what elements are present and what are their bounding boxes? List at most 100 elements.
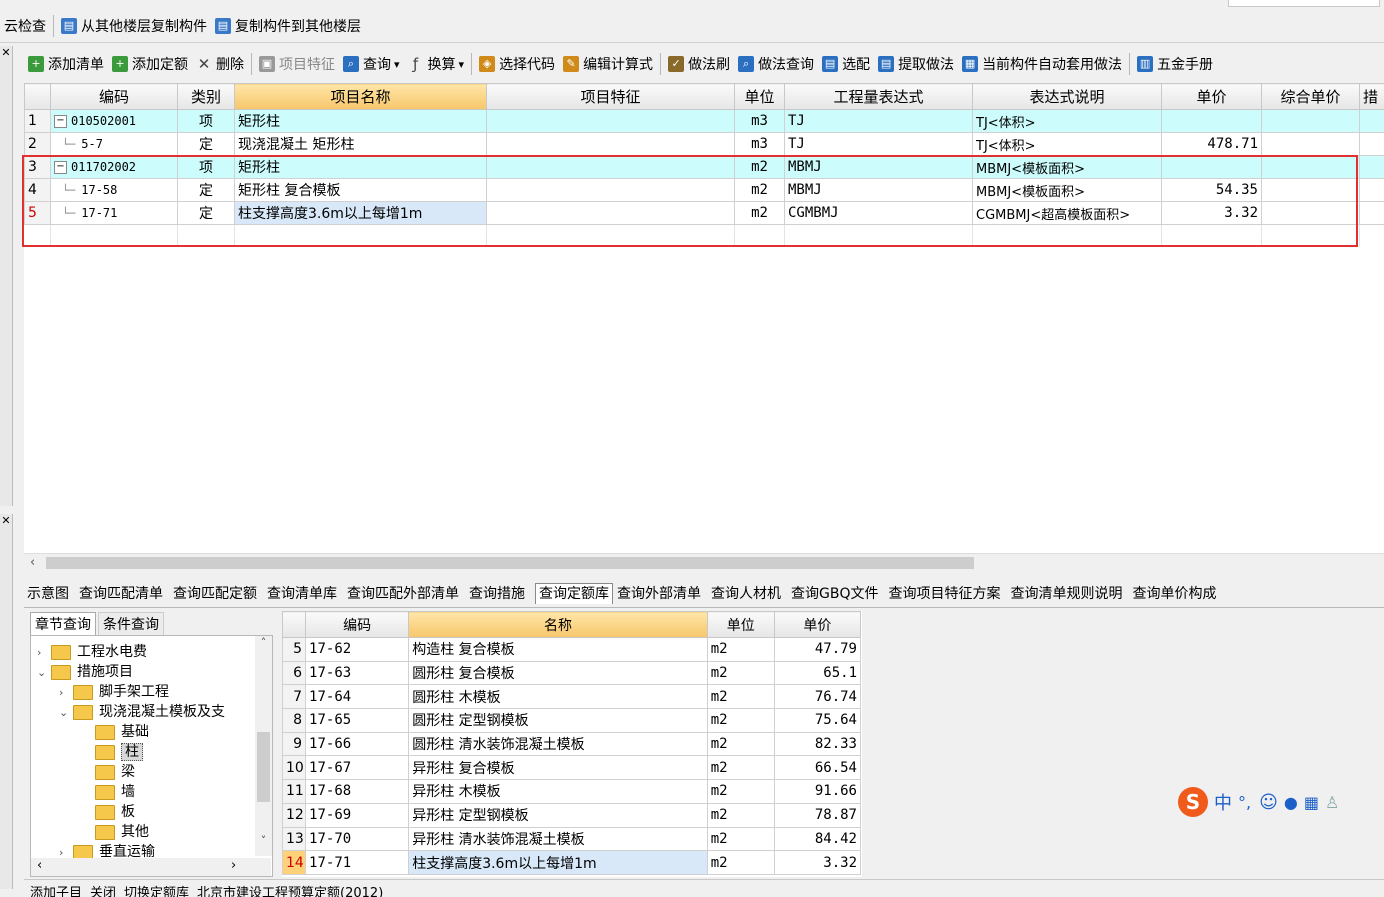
- table-row[interactable]: 1317-70异形柱 清水装饰混凝土模板m284.42: [283, 827, 861, 851]
- quota-cell-price[interactable]: 91.66: [774, 780, 860, 804]
- cell-unit[interactable]: m3: [735, 133, 785, 156]
- tree-node[interactable]: 板: [37, 802, 225, 822]
- emoji-icon[interactable]: ☺: [1259, 792, 1278, 813]
- quota-cell-unit[interactable]: m2: [707, 661, 774, 685]
- cell-empty[interactable]: [973, 225, 1162, 248]
- quota-cell-code[interactable]: 17-65: [306, 709, 409, 733]
- quota-cell-no[interactable]: 13: [283, 827, 306, 851]
- quota-cell-no[interactable]: 7: [283, 685, 306, 709]
- add-child-button[interactable]: 添加子目: [30, 882, 82, 897]
- cell-comp[interactable]: [1262, 179, 1360, 202]
- quota-cell-name[interactable]: 异形柱 清水装饰混凝土模板: [409, 827, 708, 851]
- tab-bottom-1[interactable]: 查询匹配清单: [79, 586, 163, 602]
- quota-cell-no[interactable]: 11: [283, 780, 306, 804]
- close-icon[interactable]: ✕: [0, 514, 12, 528]
- cell-extra[interactable]: [1360, 156, 1384, 179]
- tree-node[interactable]: ⌄现浇混凝土模板及支: [37, 702, 225, 722]
- quota-cell-price[interactable]: 66.54: [774, 756, 860, 780]
- quota-cell-unit[interactable]: m2: [707, 827, 774, 851]
- grid-header-1[interactable]: 类别: [178, 84, 235, 110]
- quota-cell-name[interactable]: 圆形柱 定型钢模板: [409, 709, 708, 733]
- grid-header-0[interactable]: 编码: [51, 84, 178, 110]
- cell-feature[interactable]: [487, 110, 735, 133]
- user-icon[interactable]: ♙: [1325, 793, 1339, 812]
- table-row[interactable]: 3−011702002项矩形柱m2MBMJMBMJ<模板面积>: [25, 156, 1384, 179]
- cell-extra[interactable]: [1360, 202, 1384, 225]
- close-button[interactable]: 关闭: [90, 882, 116, 897]
- horizontal-scrollbar[interactable]: ‹: [24, 553, 1384, 572]
- row-number[interactable]: 3: [25, 156, 51, 179]
- tab-bottom-11[interactable]: 查询清单规则说明: [1010, 586, 1122, 602]
- cell-name[interactable]: 柱支撑高度3.6m以上每增1m: [235, 202, 487, 225]
- cell-empty[interactable]: [178, 225, 235, 248]
- tree-node[interactable]: ⌄措施项目: [37, 662, 225, 682]
- cell-name[interactable]: 矩形柱: [235, 110, 487, 133]
- cell-empty[interactable]: [785, 225, 973, 248]
- quota-cell-price[interactable]: 82.33: [774, 732, 860, 756]
- cell-desc[interactable]: MBMJ<模板面积>: [973, 156, 1162, 179]
- cell-feature[interactable]: [487, 179, 735, 202]
- sogou-logo-icon[interactable]: S: [1178, 787, 1208, 817]
- scroll-left-icon[interactable]: ‹: [37, 858, 42, 873]
- tab-bottom-2[interactable]: 查询匹配定额: [173, 586, 257, 602]
- grid-header-5[interactable]: 工程量表达式: [785, 84, 973, 110]
- quota-cell-code[interactable]: 17-69: [306, 803, 409, 827]
- cell-type[interactable]: 项: [178, 156, 235, 179]
- cell-code[interactable]: −010502001: [51, 110, 178, 133]
- quota-cell-name[interactable]: 圆形柱 木模板: [409, 685, 708, 709]
- scrollbar-thumb[interactable]: [257, 732, 270, 802]
- quota-cell-unit[interactable]: m2: [707, 685, 774, 709]
- toolbar-button-13[interactable]: ▥五金手册: [1133, 52, 1217, 76]
- row-number[interactable]: 2: [25, 133, 51, 156]
- quota-cell-name[interactable]: 圆形柱 复合模板: [409, 661, 708, 685]
- scroll-right-icon[interactable]: ›: [231, 858, 236, 873]
- cell-expr[interactable]: MBMJ: [785, 156, 973, 179]
- quota-cell-no[interactable]: 6: [283, 661, 306, 685]
- table-row[interactable]: 4└─17-58定矩形柱 复合模板m2MBMJMBMJ<模板面积>54.35: [25, 179, 1384, 202]
- ime-language-toggle[interactable]: 中: [1214, 789, 1232, 815]
- cell-expr[interactable]: TJ: [785, 110, 973, 133]
- table-row[interactable]: 1−010502001项矩形柱m3TJTJ<体积>: [25, 110, 1384, 133]
- quota-cell-price[interactable]: 78.87: [774, 803, 860, 827]
- cell-feature[interactable]: [487, 133, 735, 156]
- toolbar-button-4[interactable]: ⌕查询▾: [339, 52, 404, 76]
- expand-toggle-icon[interactable]: ⌄: [59, 703, 73, 723]
- toolbar-button-12[interactable]: ▦当前构件自动套用做法: [958, 52, 1126, 76]
- cell-empty[interactable]: [25, 225, 51, 248]
- cell-extra[interactable]: [1360, 133, 1384, 156]
- cell-code[interactable]: └─5-7: [51, 133, 178, 156]
- cell-extra[interactable]: [1360, 179, 1384, 202]
- toolbar-button-8[interactable]: ✓做法刷: [664, 52, 734, 76]
- table-row[interactable]: 817-65圆形柱 定型钢模板m275.64: [283, 709, 861, 733]
- quota-cell-price[interactable]: 84.42: [774, 827, 860, 851]
- cell-comp[interactable]: [1262, 133, 1360, 156]
- table-row[interactable]: 617-63圆形柱 复合模板m265.1: [283, 661, 861, 685]
- tree-node[interactable]: 梁: [37, 762, 225, 782]
- quota-cell-name[interactable]: 构造柱 复合模板: [409, 638, 708, 662]
- quota-cell-price[interactable]: 65.1: [774, 661, 860, 685]
- cell-desc[interactable]: CGMBMJ<超高模板面积>: [973, 202, 1162, 225]
- table-row[interactable]: 5└─17-71定柱支撑高度3.6m以上每增1mm2CGMBMJCGMBMJ<超…: [25, 202, 1384, 225]
- toolbar-button-1[interactable]: +添加定额: [108, 52, 192, 76]
- table-row[interactable]: 717-64圆形柱 木模板m276.74: [283, 685, 861, 709]
- cell-price[interactable]: [1162, 156, 1262, 179]
- cell-empty[interactable]: [51, 225, 178, 248]
- quota-cell-price[interactable]: 76.74: [774, 685, 860, 709]
- quota-cell-unit[interactable]: m2: [707, 756, 774, 780]
- cell-empty[interactable]: [1360, 225, 1384, 248]
- grid-header-4[interactable]: 单位: [735, 84, 785, 110]
- tab-bottom-0[interactable]: 示意图: [27, 586, 69, 602]
- scroll-down-icon[interactable]: ˅: [255, 834, 272, 847]
- grid-header-3[interactable]: 项目特征: [487, 84, 735, 110]
- quota-header-2[interactable]: 单位: [707, 612, 774, 638]
- quota-cell-unit[interactable]: m2: [707, 851, 774, 875]
- quota-cell-code[interactable]: 17-62: [306, 638, 409, 662]
- left-collapsed-panel-lower[interactable]: ✕: [0, 514, 13, 889]
- copy-to-floor-button[interactable]: ▤复制构件到其他楼层: [211, 14, 365, 38]
- tree-node[interactable]: ›脚手架工程: [37, 682, 225, 702]
- tree-node[interactable]: ›工程水电费: [37, 642, 225, 662]
- quota-cell-no[interactable]: 14: [283, 851, 306, 875]
- grid-header-8[interactable]: 综合单价: [1262, 84, 1360, 110]
- cell-type[interactable]: 定: [178, 202, 235, 225]
- tab-bottom-8[interactable]: 查询人材机: [711, 586, 781, 602]
